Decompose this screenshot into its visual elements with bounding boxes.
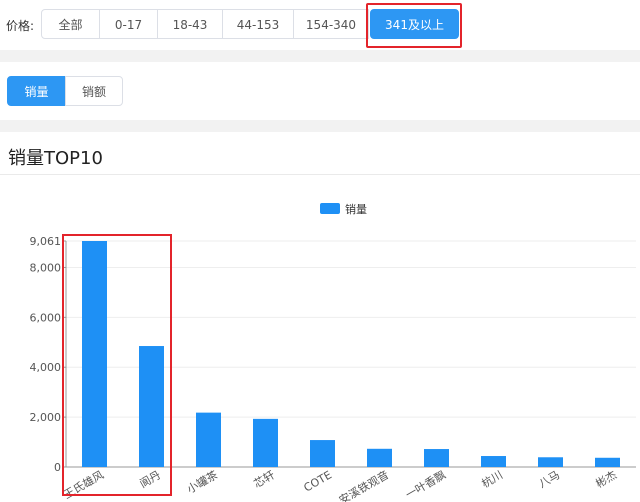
- section-separator: [0, 120, 640, 132]
- price-option-all[interactable]: 全部: [41, 9, 100, 39]
- panel-divider: [0, 174, 640, 175]
- y-tick-label: 6,000: [30, 311, 62, 324]
- tab-sales-volume[interactable]: 销量: [7, 76, 66, 106]
- y-tick-label: 0: [54, 461, 61, 474]
- tab-sales-amount[interactable]: 销额: [65, 76, 123, 106]
- price-filter-bar: 价格: 全部 0-17 18-43 44-153 154-340 341及以上: [0, 0, 640, 50]
- x-tick-label: 一叶香飘: [403, 468, 448, 501]
- price-option-44-153[interactable]: 44-153: [222, 9, 294, 39]
- y-tick-label: 2,000: [30, 411, 62, 424]
- bar: [310, 440, 335, 467]
- y-tick-label: 4,000: [30, 361, 62, 374]
- bar: [595, 457, 620, 467]
- legend-swatch: [320, 203, 340, 214]
- x-tick-label: 八马: [536, 468, 562, 490]
- bar: [367, 448, 392, 467]
- x-tick-label: 芯轩: [251, 467, 277, 490]
- price-option-18-43[interactable]: 18-43: [157, 9, 223, 39]
- y-tick-label: 9,061: [30, 235, 62, 248]
- price-filter-label: 价格:: [6, 19, 35, 33]
- price-option-0-17[interactable]: 0-17: [99, 9, 158, 39]
- bar: [253, 418, 278, 467]
- x-tick-label: 安溪铁观音: [336, 467, 391, 502]
- bar: [196, 412, 221, 467]
- legend-label: 销量: [345, 202, 367, 216]
- x-tick-label: 小罐茶: [185, 468, 220, 496]
- metric-tab-bar: 销量 销额: [0, 62, 640, 120]
- price-highlight-box: [366, 3, 462, 48]
- price-option-154-340[interactable]: 154-340: [293, 9, 369, 39]
- bar: [424, 449, 449, 467]
- x-tick-label: 杭川: [479, 467, 505, 490]
- bar: [538, 457, 563, 467]
- x-tick-label: COTE: [302, 468, 335, 494]
- panel-title: 销量TOP10: [8, 148, 103, 169]
- y-tick-label: 8,000: [30, 261, 62, 274]
- x-tick-label: 彬杰: [593, 468, 619, 490]
- chart-highlight-box: [62, 234, 172, 496]
- bar: [481, 456, 506, 467]
- section-separator: [0, 50, 640, 62]
